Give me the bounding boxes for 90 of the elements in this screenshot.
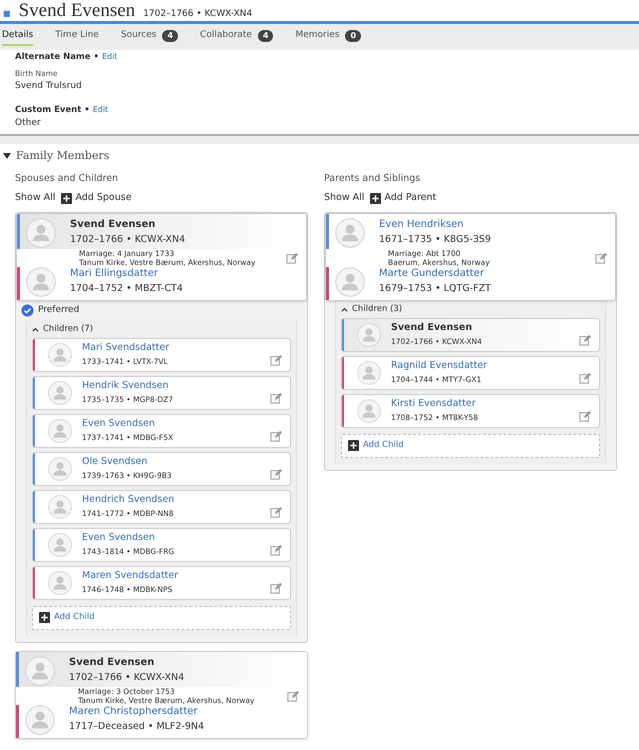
caret-icon <box>3 153 11 159</box>
check-circle-icon <box>21 304 34 317</box>
avatar-silhouette-icon <box>26 218 56 248</box>
person-name: Svend Evensen <box>70 218 156 232</box>
person-name-link[interactable]: Even Svendsen <box>82 417 260 432</box>
person-name-link[interactable]: Even Svendsen <box>82 531 260 546</box>
plus-icon <box>61 192 72 204</box>
detail-heading: Custom Event • <box>15 104 90 116</box>
avatar-silhouette-icon <box>335 218 365 248</box>
plus-icon <box>348 440 359 451</box>
count-badge: 4 <box>258 30 274 42</box>
tab[interactable]: Details <box>2 28 34 46</box>
tab[interactable]: Sources 4 <box>120 28 178 46</box>
count-badge: 0 <box>345 30 362 42</box>
avatar-silhouette-icon <box>48 570 72 594</box>
edit-icon[interactable] <box>270 468 282 480</box>
avatar-silhouette-icon <box>357 322 381 346</box>
avatar-silhouette-icon <box>48 456 72 480</box>
person-name-link[interactable]: Ragnild Evensdatter <box>391 359 569 374</box>
children-toggle[interactable]: Children (3) <box>341 300 600 318</box>
show-all-link[interactable]: Show All <box>15 191 56 206</box>
count-badge: 4 <box>162 30 178 42</box>
edit-icon[interactable] <box>595 252 607 264</box>
add-button[interactable]: Add Parent <box>370 191 436 206</box>
person-dates-id: 1671–1735 • K8G5-3S9 <box>379 232 491 247</box>
avatar-silhouette-icon <box>357 398 381 422</box>
preferred-option[interactable]: Preferred <box>16 300 307 320</box>
person-dates-id: 1717–Deceased • MLF2-9N4 <box>69 720 204 734</box>
title-lifespan: 1702–1766 • KCWX-XN4 <box>143 8 252 21</box>
preferred-label: Preferred <box>38 304 80 317</box>
avatar-silhouette-icon <box>48 380 72 404</box>
person-name-link[interactable]: Even Hendriksen <box>379 218 491 232</box>
detail-heading: Alternate Name • <box>15 51 99 64</box>
tab[interactable]: Time Line <box>55 28 99 46</box>
avatar-silhouette-icon <box>335 266 365 296</box>
tab[interactable]: Collaborate 4 <box>200 28 274 46</box>
person-dates-id: 1702–1766 • KCWX-XN4 <box>70 232 186 247</box>
section-subtitle: Parents and Siblings <box>324 172 422 186</box>
field-value: Svend Trulsrud <box>15 80 83 93</box>
person-name: Svend Evensen <box>391 321 474 336</box>
edit-icon[interactable] <box>270 544 282 556</box>
add-child-button[interactable]: Add Child <box>341 434 600 458</box>
person-name-link[interactable]: Hendrik Svendsen <box>82 379 260 394</box>
person-name-link[interactable]: Mari Svendsdatter <box>82 341 260 356</box>
section-toggle[interactable]: Family Members <box>0 146 110 166</box>
person-name-link[interactable]: Hendrich Svendsen <box>82 493 260 508</box>
show-all-link[interactable]: Show All <box>324 191 364 206</box>
person-name-link[interactable]: Kirsti Evensdatter <box>391 397 569 412</box>
avatar-silhouette-icon <box>357 360 381 384</box>
section-title: Family Members <box>16 148 110 164</box>
person-name-link[interactable]: Ole Svendsen <box>82 455 260 470</box>
plus-icon <box>39 612 50 623</box>
person-dates-id: 1704–1752 • MBZT-CT4 <box>70 282 183 296</box>
person-dates-id: 1679–1753 • LQTG-FZT <box>379 282 491 296</box>
add-child-button[interactable]: Add Child <box>32 606 291 630</box>
avatar-silhouette-icon <box>48 418 72 442</box>
tab[interactable]: Memories 0 <box>295 28 362 46</box>
caret-icon <box>32 326 39 332</box>
edit-icon[interactable] <box>579 410 591 422</box>
person-name-link[interactable]: Maren Svendsdatter <box>82 569 260 584</box>
avatar-silhouette-icon <box>25 704 55 734</box>
person-name-link[interactable]: Marte Gundersdatter <box>379 266 491 281</box>
edit-icon[interactable] <box>270 430 282 442</box>
person-dates-id: 1702–1766 • KCWX-XN4 <box>69 670 184 685</box>
person-name-link[interactable]: Mari Ellingsdatter <box>70 266 183 281</box>
children-toggle[interactable]: Children (7) <box>32 320 291 338</box>
person-title: Svend Evensen <box>18 0 136 22</box>
person-name: Svend Evensen <box>69 656 156 670</box>
edit-icon[interactable] <box>579 372 591 384</box>
edit-icon[interactable] <box>270 506 282 518</box>
edit-icon[interactable] <box>286 252 298 264</box>
caret-icon <box>341 306 348 312</box>
title-marker: ■ <box>3 8 11 20</box>
plus-icon <box>370 192 382 204</box>
edit-icon[interactable] <box>287 690 299 702</box>
edit-icon[interactable] <box>579 334 591 346</box>
field-value: Other <box>15 117 42 130</box>
edit-icon[interactable] <box>270 582 282 594</box>
avatar-silhouette-icon <box>48 342 72 366</box>
edit-icon[interactable] <box>270 354 282 366</box>
avatar-silhouette-icon <box>48 532 72 556</box>
add-button[interactable]: Add Spouse <box>61 191 132 206</box>
person-name-link[interactable]: Maren Christophersdatter <box>69 704 204 719</box>
edit-link[interactable]: Edit <box>92 104 108 116</box>
avatar-silhouette-icon <box>26 266 56 296</box>
edit-link[interactable]: Edit <box>102 51 118 64</box>
section-subtitle: Spouses and Children <box>15 172 120 186</box>
avatar-silhouette-icon <box>48 494 72 518</box>
edit-icon[interactable] <box>270 392 282 404</box>
avatar-silhouette-icon <box>25 656 55 686</box>
